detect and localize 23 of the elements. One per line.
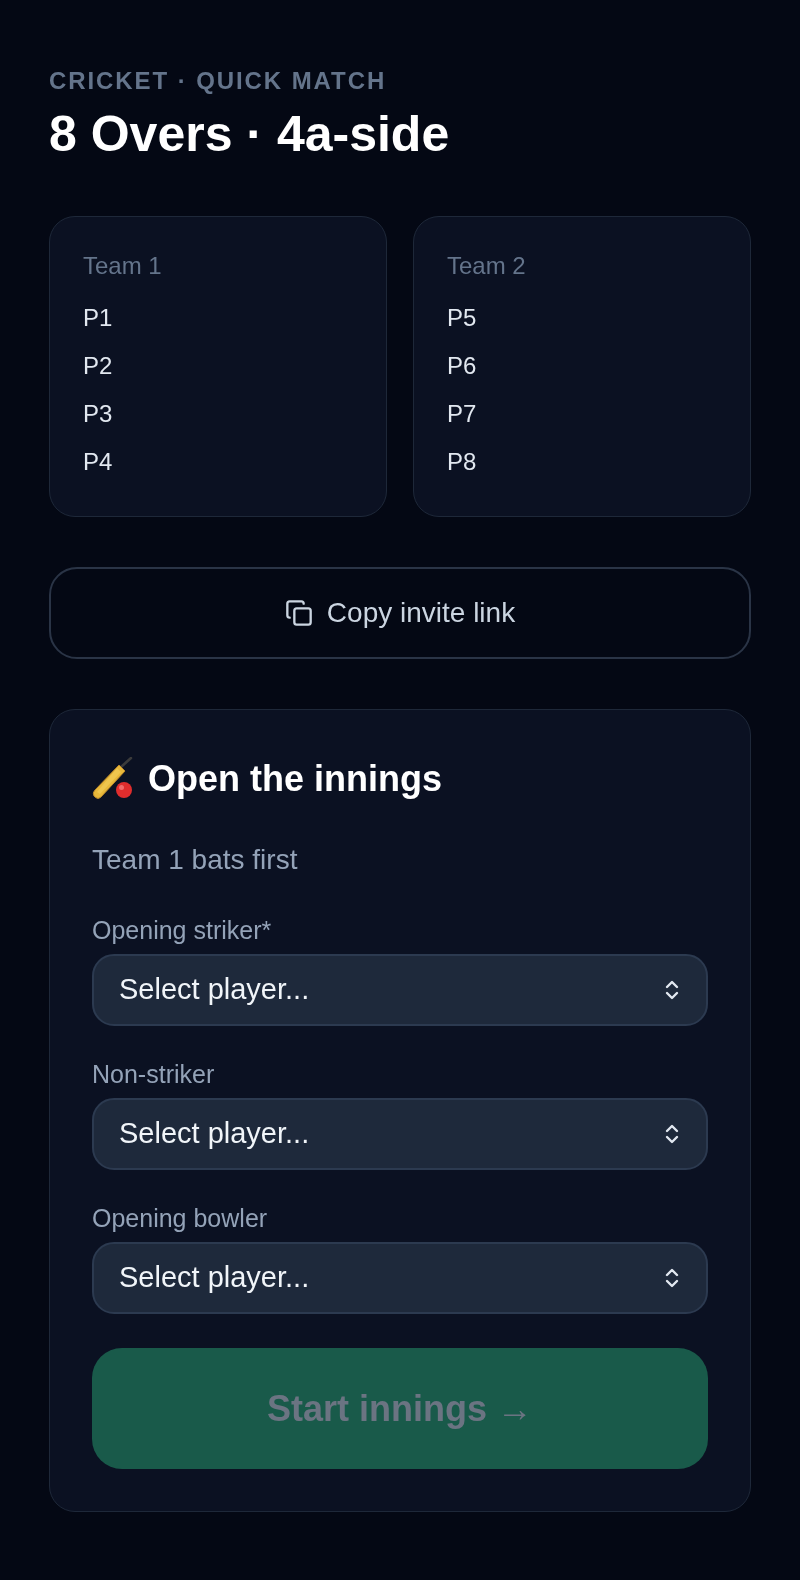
- player-name: P4: [83, 447, 113, 477]
- player-name: P1: [83, 303, 113, 333]
- field-label: Opening bowler: [92, 1203, 268, 1234]
- player-select[interactable]: Select player...: [92, 1242, 708, 1314]
- copy-invite-link-button[interactable]: Copy invite link: [49, 567, 751, 659]
- player-name: P3: [83, 399, 113, 429]
- player-name: P7: [447, 399, 477, 429]
- team-name: Team 1: [83, 251, 162, 281]
- field-label: Opening striker*: [92, 915, 272, 946]
- player-name: P8: [447, 447, 477, 477]
- player-select[interactable]: Select player...: [92, 1098, 708, 1170]
- page-eyebrow: CRICKET · QUICK MATCH: [49, 66, 387, 96]
- player-name: P5: [447, 303, 477, 333]
- player-name: P2: [83, 351, 113, 381]
- batting-team-note: Team 1 bats first: [92, 843, 298, 877]
- player-name: P6: [447, 351, 477, 381]
- copy-icon: [284, 599, 313, 627]
- field-label: Non-striker: [92, 1059, 215, 1090]
- cricket-bat-ball-icon: [92, 757, 134, 801]
- innings-heading: Open the innings: [148, 757, 442, 801]
- player-select[interactable]: Select player...: [92, 954, 708, 1026]
- team-name: Team 2: [447, 251, 526, 281]
- match-title: 8 Overs · 4a-side: [49, 105, 450, 164]
